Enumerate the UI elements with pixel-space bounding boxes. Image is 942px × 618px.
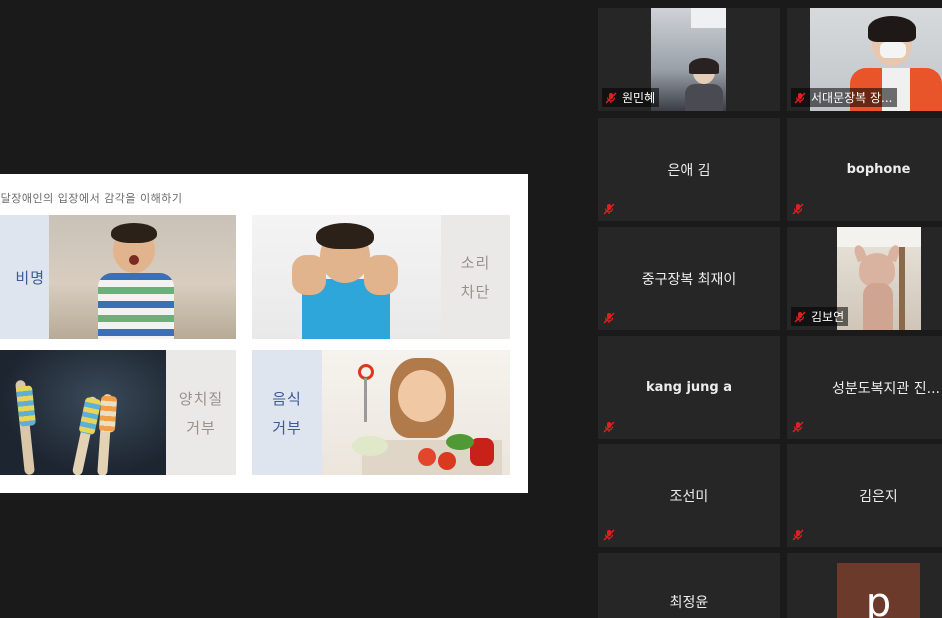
muted-microphone-icon: [793, 91, 807, 105]
panel-scream: 비명: [0, 215, 236, 339]
participant-name: 원민혜: [622, 91, 656, 105]
participant-name: 성분도복지관 진...: [832, 380, 940, 397]
muted-microphone-icon: [604, 91, 618, 105]
participant-name: 중구장복 최재이: [641, 271, 737, 288]
panel-scream-label-line-1: 비명: [15, 268, 45, 287]
panel-food-refusal-label: 음식 거부: [252, 350, 322, 475]
participant-tile[interactable]: 중구장복 최재이: [598, 227, 780, 330]
participant-name: 은애 김: [667, 162, 711, 179]
participant-name: 최정윤: [669, 595, 709, 611]
participant-video: [837, 227, 921, 330]
muted-microphone-icon: [791, 202, 805, 216]
participant-name: 김보연: [811, 310, 845, 324]
participant-tile[interactable]: 서대문장복 장...: [787, 8, 942, 111]
panel-scream-label: 비명: [0, 215, 49, 339]
slide-title: 발달장애인의 입장에서 감각을 이해하기: [0, 192, 183, 205]
participant-tile[interactable]: 김보연: [787, 227, 942, 330]
participant-tile[interactable]: p: [787, 553, 942, 618]
participant-video: [651, 8, 726, 111]
participant-tile[interactable]: 원민혜: [598, 8, 780, 111]
photo-boy-covering-ears: [252, 215, 441, 339]
panel-food-refusal-label-line-1: 음식: [272, 389, 302, 408]
panel-sound-block-label: 소리 차단: [441, 215, 510, 339]
participant-tile[interactable]: kang jung a: [598, 336, 780, 439]
participant-tile[interactable]: 최정윤: [598, 553, 780, 618]
muted-microphone-icon: [791, 420, 805, 434]
participant-tile[interactable]: 성분도복지관 진...: [787, 336, 942, 439]
muted-microphone-icon: [793, 310, 807, 324]
participant-tile[interactable]: 은애 김: [598, 118, 780, 221]
participant-name: kang jung a: [645, 380, 733, 395]
participant-tile[interactable]: bophone: [787, 118, 942, 221]
muted-microphone-icon: [602, 420, 616, 434]
participant-name: 김은지: [859, 488, 898, 505]
panel-food-refusal-label-line-2: 거부: [272, 418, 302, 437]
panel-toothbrush-refusal: 양치질 거부: [0, 350, 236, 475]
muted-microphone-icon: [602, 311, 616, 325]
panel-sound-block-label-line-2: 차단: [460, 283, 491, 301]
photo-girl-refusing-food: [322, 350, 510, 475]
participant-avatar: p: [837, 563, 920, 618]
participant-label: 원민혜: [602, 88, 660, 107]
panel-toothbrush-refusal-label-line-1: 양치질: [178, 389, 224, 408]
participant-name: 서대문장복 장...: [811, 91, 893, 105]
shared-screen-slide: 발달장애인의 입장에서 감각을 이해하기 비명 소리 차단 양치질 거부 음식 …: [0, 174, 528, 493]
panel-toothbrush-refusal-label: 양치질 거부: [166, 350, 236, 475]
muted-microphone-icon: [602, 202, 616, 216]
participant-name: 조선미: [669, 488, 709, 505]
participant-name: bophone: [846, 162, 911, 177]
shirt-logo-icon: [867, 231, 907, 243]
panel-sound-block-label-line-1: 소리: [460, 254, 491, 272]
participant-label: 서대문장복 장...: [791, 88, 897, 107]
photo-screaming-boy: [49, 215, 236, 339]
photo-toothbrushes: [0, 350, 166, 475]
panel-toothbrush-refusal-label-line-2: 거부: [186, 418, 216, 437]
participant-tile[interactable]: 조선미: [598, 444, 780, 547]
muted-microphone-icon: [791, 528, 805, 542]
panel-food-refusal: 음식 거부: [252, 350, 510, 475]
panel-sound-block: 소리 차단: [252, 215, 510, 339]
participant-label: 김보연: [791, 307, 849, 326]
participant-tile[interactable]: 김은지: [787, 444, 942, 547]
muted-microphone-icon: [602, 528, 616, 542]
